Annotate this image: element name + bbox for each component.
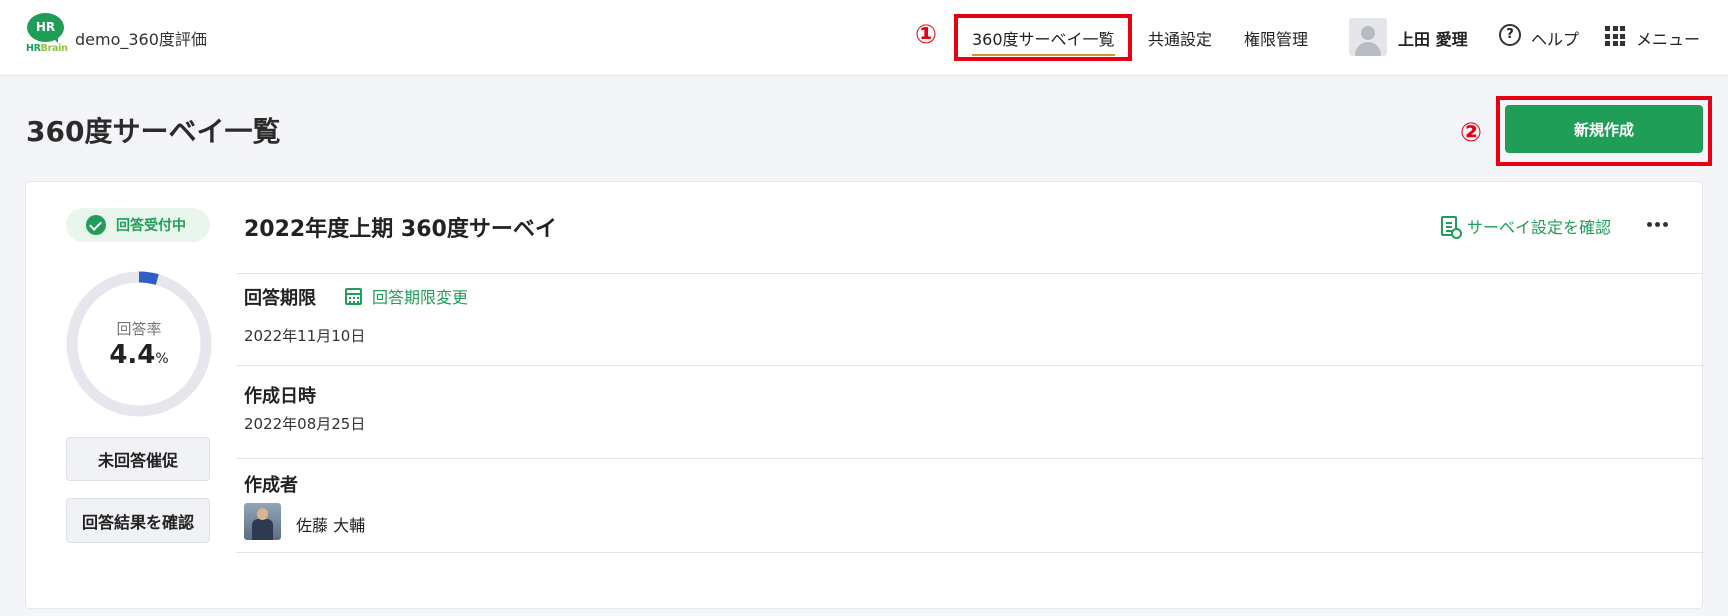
user-avatar-body bbox=[1355, 42, 1381, 56]
change-deadline-label: 回答期限変更 bbox=[372, 288, 469, 307]
nav-survey-list[interactable]: 360度サーベイ一覧 bbox=[972, 26, 1115, 56]
status-badge: 回答受付中 bbox=[66, 208, 210, 242]
page-title: 360度サーベイ一覧 bbox=[26, 115, 281, 148]
grid-dot bbox=[1612, 33, 1618, 39]
help-link[interactable]: ヘルプ bbox=[1531, 26, 1579, 50]
document-search-icon bbox=[1441, 216, 1462, 239]
status-text: 回答受付中 bbox=[116, 218, 186, 234]
nav-common-settings[interactable]: 共通設定 bbox=[1148, 26, 1212, 50]
new-survey-button[interactable]: 新規作成 bbox=[1505, 105, 1703, 153]
user-avatar[interactable] bbox=[1349, 18, 1387, 56]
user-avatar-head bbox=[1361, 26, 1375, 40]
author-avatar-body bbox=[252, 519, 273, 540]
grid-dot bbox=[1620, 33, 1625, 39]
logo-wordmark-hr: HR bbox=[26, 43, 41, 54]
response-rate-label: 回答率 bbox=[116, 320, 162, 338]
divider bbox=[236, 458, 1704, 459]
check-circle-icon bbox=[86, 215, 106, 235]
more-options-icon[interactable] bbox=[1647, 222, 1668, 227]
survey-settings-link[interactable]: サーベイ設定を確認 bbox=[1441, 214, 1612, 239]
more-dot bbox=[1647, 222, 1652, 227]
logo-bubble-tail bbox=[50, 35, 58, 43]
author-name: 佐藤 大輔 bbox=[296, 516, 366, 535]
grid-dot bbox=[1620, 26, 1625, 31]
annotation-marker-2: ② bbox=[1460, 118, 1483, 148]
deadline-label: 回答期限 bbox=[244, 288, 316, 309]
change-deadline-link[interactable]: 回答期限変更 bbox=[345, 284, 468, 308]
logo-bubble: HR bbox=[27, 13, 64, 42]
nav-permissions[interactable]: 権限管理 bbox=[1244, 26, 1308, 50]
survey-settings-label: サーベイ設定を確認 bbox=[1467, 218, 1612, 237]
grid-dot bbox=[1612, 41, 1618, 46]
grid-dot bbox=[1612, 26, 1618, 31]
grid-dot bbox=[1620, 41, 1625, 46]
divider bbox=[236, 552, 1704, 553]
author-label: 作成者 bbox=[244, 475, 298, 496]
survey-title: 2022年度上期 360度サーベイ bbox=[244, 217, 557, 242]
logo-wordmark-brain: Brain bbox=[40, 43, 68, 54]
grid-menu-icon[interactable] bbox=[1605, 26, 1625, 46]
hrbrain-logo[interactable]: HR HRBrain bbox=[26, 13, 68, 55]
created-label: 作成日時 bbox=[244, 386, 316, 407]
divider bbox=[236, 273, 1704, 274]
deadline-value: 2022年11月10日 bbox=[244, 327, 366, 345]
more-dot bbox=[1663, 222, 1668, 227]
author-avatar-head bbox=[257, 508, 268, 520]
top-header: HR HRBrain demo_360度評価 ① 360度サーベイ一覧 共通設定… bbox=[0, 0, 1728, 76]
response-rate-number: 4.4 bbox=[109, 340, 156, 370]
grid-dot bbox=[1605, 33, 1610, 39]
grid-dot bbox=[1605, 26, 1610, 31]
calendar-icon bbox=[345, 287, 362, 305]
divider bbox=[236, 365, 1704, 366]
grid-dot bbox=[1605, 41, 1610, 46]
user-name[interactable]: 上田 愛理 bbox=[1398, 26, 1468, 50]
logo-wordmark: HRBrain bbox=[26, 43, 68, 54]
view-results-button[interactable]: 回答結果を確認 bbox=[66, 498, 210, 543]
response-rate-value: 4.4% bbox=[66, 340, 212, 370]
survey-card: 回答受付中 回答率 4.4% 未回答催促 回答結果を確認 2022年度上期 36… bbox=[25, 181, 1704, 609]
menu-link[interactable]: メニュー bbox=[1636, 26, 1700, 50]
created-value: 2022年08月25日 bbox=[244, 415, 366, 433]
more-dot bbox=[1655, 222, 1660, 227]
help-icon[interactable]: ? bbox=[1499, 24, 1521, 46]
remind-button[interactable]: 未回答催促 bbox=[66, 437, 210, 481]
author-avatar bbox=[244, 503, 281, 540]
app-name: demo_360度評価 bbox=[75, 30, 207, 49]
annotation-marker-1: ① bbox=[915, 20, 938, 50]
response-rate-unit: % bbox=[155, 351, 169, 367]
